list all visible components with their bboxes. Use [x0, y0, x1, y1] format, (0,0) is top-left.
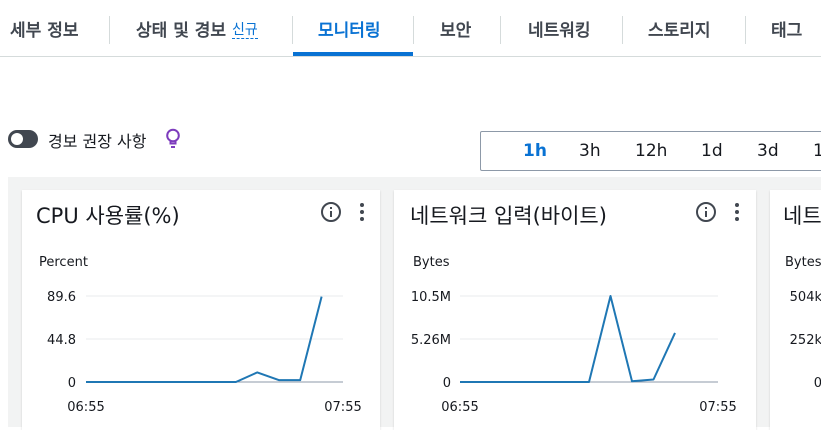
- tab-storage[interactable]: 스토리지: [648, 0, 711, 56]
- cpu-utilization-chart: 89.6 44.8 0 06:55 07:55: [47, 290, 362, 415]
- tab-divider: [622, 16, 623, 44]
- range-option-3h[interactable]: 3h: [579, 132, 601, 170]
- tab-divider: [745, 16, 746, 44]
- time-range-selector: 1h 3h 12h 1d 3d 1: [480, 131, 821, 171]
- tab-divider: [109, 16, 110, 44]
- tab-status-alarms[interactable]: 상태 및 경보 신규: [136, 0, 258, 56]
- y-tick-label: 252k: [790, 333, 821, 348]
- lightbulb-icon[interactable]: [165, 128, 181, 150]
- tab-divider: [292, 16, 293, 44]
- tab-networking[interactable]: 네트워킹: [528, 0, 591, 56]
- range-option-1h[interactable]: 1h: [523, 132, 547, 170]
- y-tick-label: 0: [814, 376, 821, 391]
- y-tick-label: 0: [443, 376, 451, 391]
- tab-divider: [500, 16, 501, 44]
- range-option-1w[interactable]: 1: [813, 132, 821, 170]
- y-tick-label: 44.8: [47, 333, 76, 348]
- tab-tags-label: 태그: [771, 20, 803, 41]
- tab-storage-label: 스토리지: [648, 20, 711, 41]
- range-option-3d[interactable]: 3d: [757, 132, 779, 170]
- network-in-chart: 10.5M 5.26M 0 06:55 07:55: [411, 290, 737, 415]
- range-option-12h[interactable]: 12h: [635, 132, 667, 170]
- network-out-widget: 네트 Bytes 504k 252k 0: [770, 190, 821, 430]
- tab-divider: [413, 16, 414, 44]
- network-in-widget: 네트워크 입력(바이트) Bytes 10.5M 5.26M 0 06:55 07:55: [394, 190, 756, 430]
- tab-details[interactable]: 세부 정보: [10, 0, 78, 56]
- y-tick-label: 5.26M: [411, 333, 451, 348]
- toggle-knob: [11, 133, 23, 145]
- active-tab-indicator: [293, 52, 413, 56]
- x-tick-label: 07:55: [699, 400, 736, 415]
- y-tick-label: 0: [68, 376, 76, 391]
- tab-monitoring-label: 모니터링: [318, 20, 381, 41]
- cpu-utilization-widget: CPU 사용률(%) Percent 89.6 44.8 0 06:55 07:55: [22, 190, 380, 430]
- y-tick-label: 504k: [790, 290, 821, 305]
- x-tick-label: 06:55: [67, 400, 104, 415]
- tab-status-alarms-label: 상태 및 경보: [136, 20, 227, 41]
- alarm-recommendation-toggle[interactable]: [8, 130, 38, 148]
- network-out-chart: 504k 252k 0: [790, 290, 821, 391]
- y-tick-label: 10.5M: [411, 290, 451, 305]
- tab-tags[interactable]: 태그: [771, 0, 802, 56]
- tab-networking-label: 네트워킹: [528, 20, 591, 41]
- tab-security-label: 보안: [440, 20, 472, 41]
- new-badge[interactable]: 신규: [232, 22, 258, 39]
- tab-bar: 세부 정보 상태 및 경보 신규 모니터링 보안 네트워킹 스토리지 태그: [0, 0, 821, 57]
- tab-details-label: 세부 정보: [10, 20, 79, 41]
- alarm-recommendation-label: 경보 권장 사항: [48, 132, 147, 151]
- x-tick-label: 06:55: [441, 400, 478, 415]
- tab-monitoring[interactable]: 모니터링: [318, 0, 381, 56]
- x-tick-label: 07:55: [324, 400, 361, 415]
- range-option-1d[interactable]: 1d: [701, 132, 723, 170]
- tab-security[interactable]: 보안: [440, 0, 471, 56]
- y-tick-label: 89.6: [47, 290, 76, 305]
